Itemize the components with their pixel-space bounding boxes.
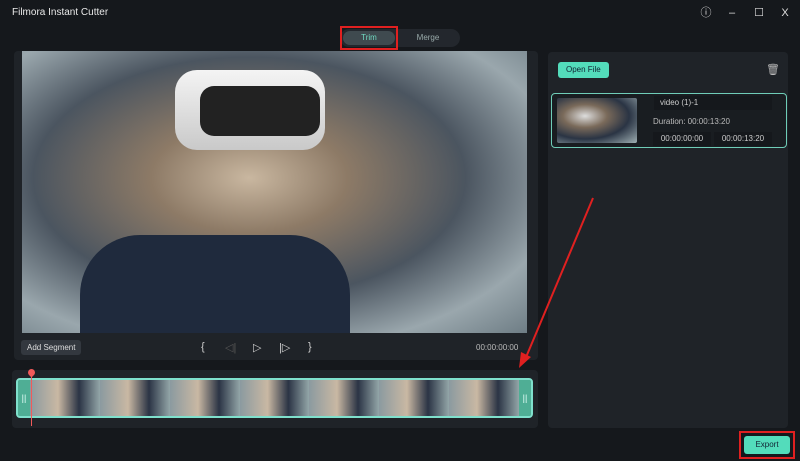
open-file-button[interactable]: Open File — [558, 62, 609, 78]
mode-tabs: Trim Merge — [340, 29, 460, 47]
frame — [449, 380, 520, 416]
file-name[interactable]: video (1)-1 — [654, 96, 772, 110]
prev-frame-icon[interactable]: ◁| — [225, 341, 236, 354]
maximize-icon[interactable]: ☐ — [751, 5, 767, 21]
app-title: Filmora Instant Cutter — [12, 7, 109, 18]
add-segment-button[interactable]: Add Segment — [21, 340, 82, 355]
video-subject-lens — [200, 86, 320, 136]
trash-icon[interactable]: 🗑 — [766, 63, 780, 76]
frame — [169, 380, 240, 416]
playhead-line — [31, 376, 32, 426]
start-time-field[interactable]: 00:00:00:00 — [653, 132, 711, 146]
frame — [379, 380, 450, 416]
timecode: 00:00:00:00 — [476, 343, 519, 352]
clip-frames — [30, 380, 520, 416]
minimize-icon[interactable]: – — [724, 5, 740, 21]
mark-out-icon[interactable]: } — [308, 341, 312, 353]
export-button[interactable]: Export — [744, 436, 790, 454]
file-duration: Duration: 00:00:13:20 — [653, 117, 730, 126]
frame — [309, 380, 380, 416]
frame — [30, 380, 100, 416]
frame — [99, 380, 170, 416]
trim-handle-right[interactable]: || — [519, 380, 531, 416]
tab-trim[interactable]: Trim — [343, 31, 395, 45]
play-icon[interactable]: ▷ — [253, 341, 261, 354]
video-subject — [80, 235, 350, 333]
timeline-clip[interactable]: || || — [16, 378, 533, 418]
next-frame-icon[interactable]: |▷ — [279, 341, 290, 354]
file-thumbnail — [557, 98, 637, 143]
trim-handle-left[interactable]: || — [18, 380, 30, 416]
help-icon[interactable]: ⓘ — [698, 5, 714, 21]
end-time-field[interactable]: 00:00:13:20 — [714, 132, 772, 146]
tab-merge[interactable]: Merge — [402, 31, 454, 45]
frame — [239, 380, 310, 416]
mark-in-icon[interactable]: { — [201, 341, 205, 353]
close-icon[interactable]: X — [777, 5, 793, 21]
